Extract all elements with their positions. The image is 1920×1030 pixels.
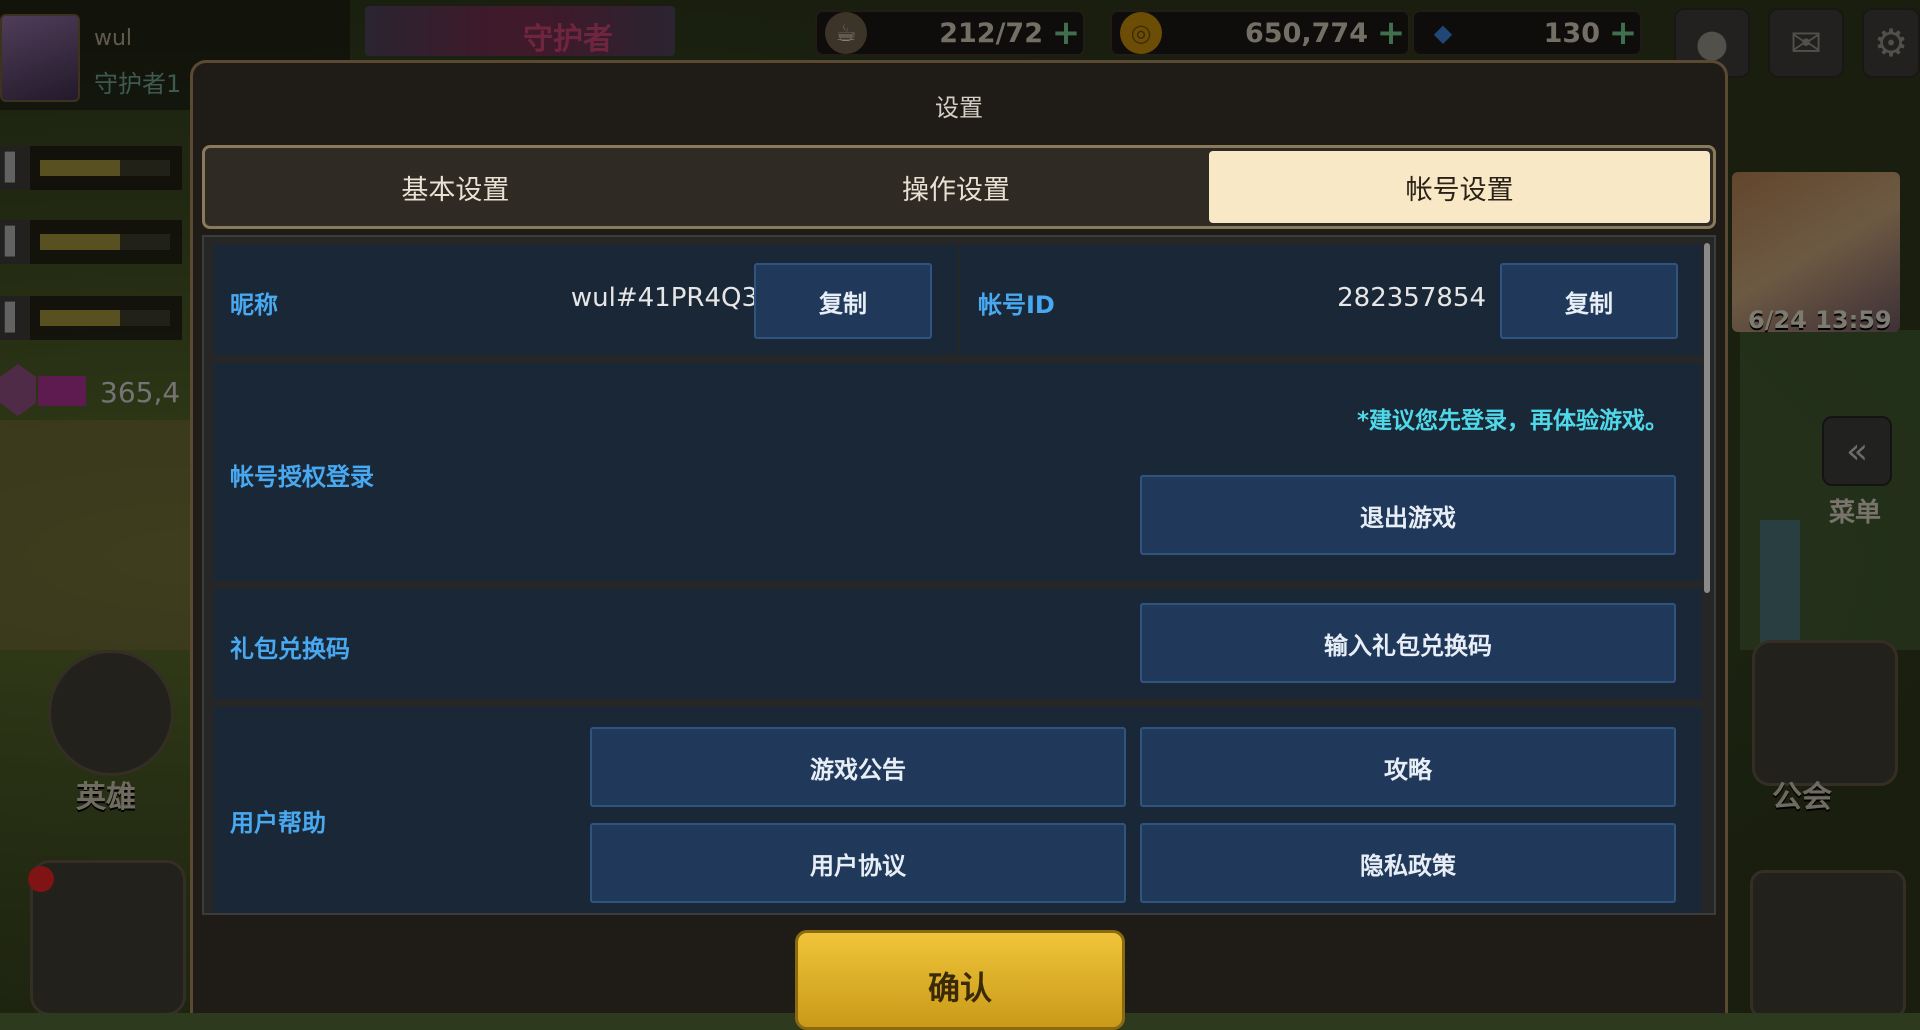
nickname-label: 昵称 [230, 291, 278, 319]
account-auth-row: 帐号授权登录 *建议您先登录，再体验游戏。 退出游戏 [214, 363, 1702, 581]
game-announcement-button[interactable]: 游戏公告 [590, 727, 1126, 807]
gift-code-row: 礼包兑换码 输入礼包兑换码 [214, 589, 1702, 699]
privacy-policy-button[interactable]: 隐私政策 [1140, 823, 1676, 903]
nickname-value: wul#41PR4Q3 [570, 283, 758, 313]
user-help-row: 用户帮助 游戏公告 攻略 用户协议 隐私政策 [214, 707, 1702, 913]
strategy-guide-button[interactable]: 攻略 [1140, 727, 1676, 807]
tab-basic-settings[interactable]: 基本设置 [205, 148, 706, 226]
user-help-label: 用户帮助 [230, 809, 326, 837]
copy-account-id-button[interactable]: 复制 [1500, 263, 1678, 339]
login-notice: *建议您先登录，再体验游戏。 [1356, 408, 1668, 434]
exit-game-button[interactable]: 退出游戏 [1140, 475, 1676, 555]
settings-tabs: 基本设置 操作设置 帐号设置 [202, 145, 1716, 229]
scrollbar[interactable] [1704, 243, 1710, 593]
account-id-row: 帐号ID 282357854 复制 [960, 245, 1702, 355]
gift-code-label: 礼包兑换码 [230, 635, 350, 663]
modal-title: 设置 [935, 94, 983, 122]
user-agreement-button[interactable]: 用户协议 [590, 823, 1126, 903]
account-id-label: 帐号ID [978, 291, 1055, 319]
confirm-button[interactable]: 确认 [795, 930, 1125, 1030]
nickname-row: 昵称 wul#41PR4Q3 复制 [214, 245, 958, 355]
copy-nickname-button[interactable]: 复制 [754, 263, 932, 339]
account-auth-label: 帐号授权登录 [230, 463, 374, 491]
settings-modal: 设置 基本设置 操作设置 帐号设置 昵称 wul#41PR4Q3 复制 帐号ID… [190, 60, 1728, 1013]
tab-control-settings[interactable]: 操作设置 [706, 148, 1207, 226]
tab-account-settings[interactable]: 帐号设置 [1209, 151, 1711, 223]
account-settings-content[interactable]: 昵称 wul#41PR4Q3 复制 帐号ID 282357854 复制 帐号授权… [202, 235, 1716, 915]
enter-gift-code-button[interactable]: 输入礼包兑换码 [1140, 603, 1676, 683]
account-id-value: 282357854 [1337, 283, 1486, 313]
